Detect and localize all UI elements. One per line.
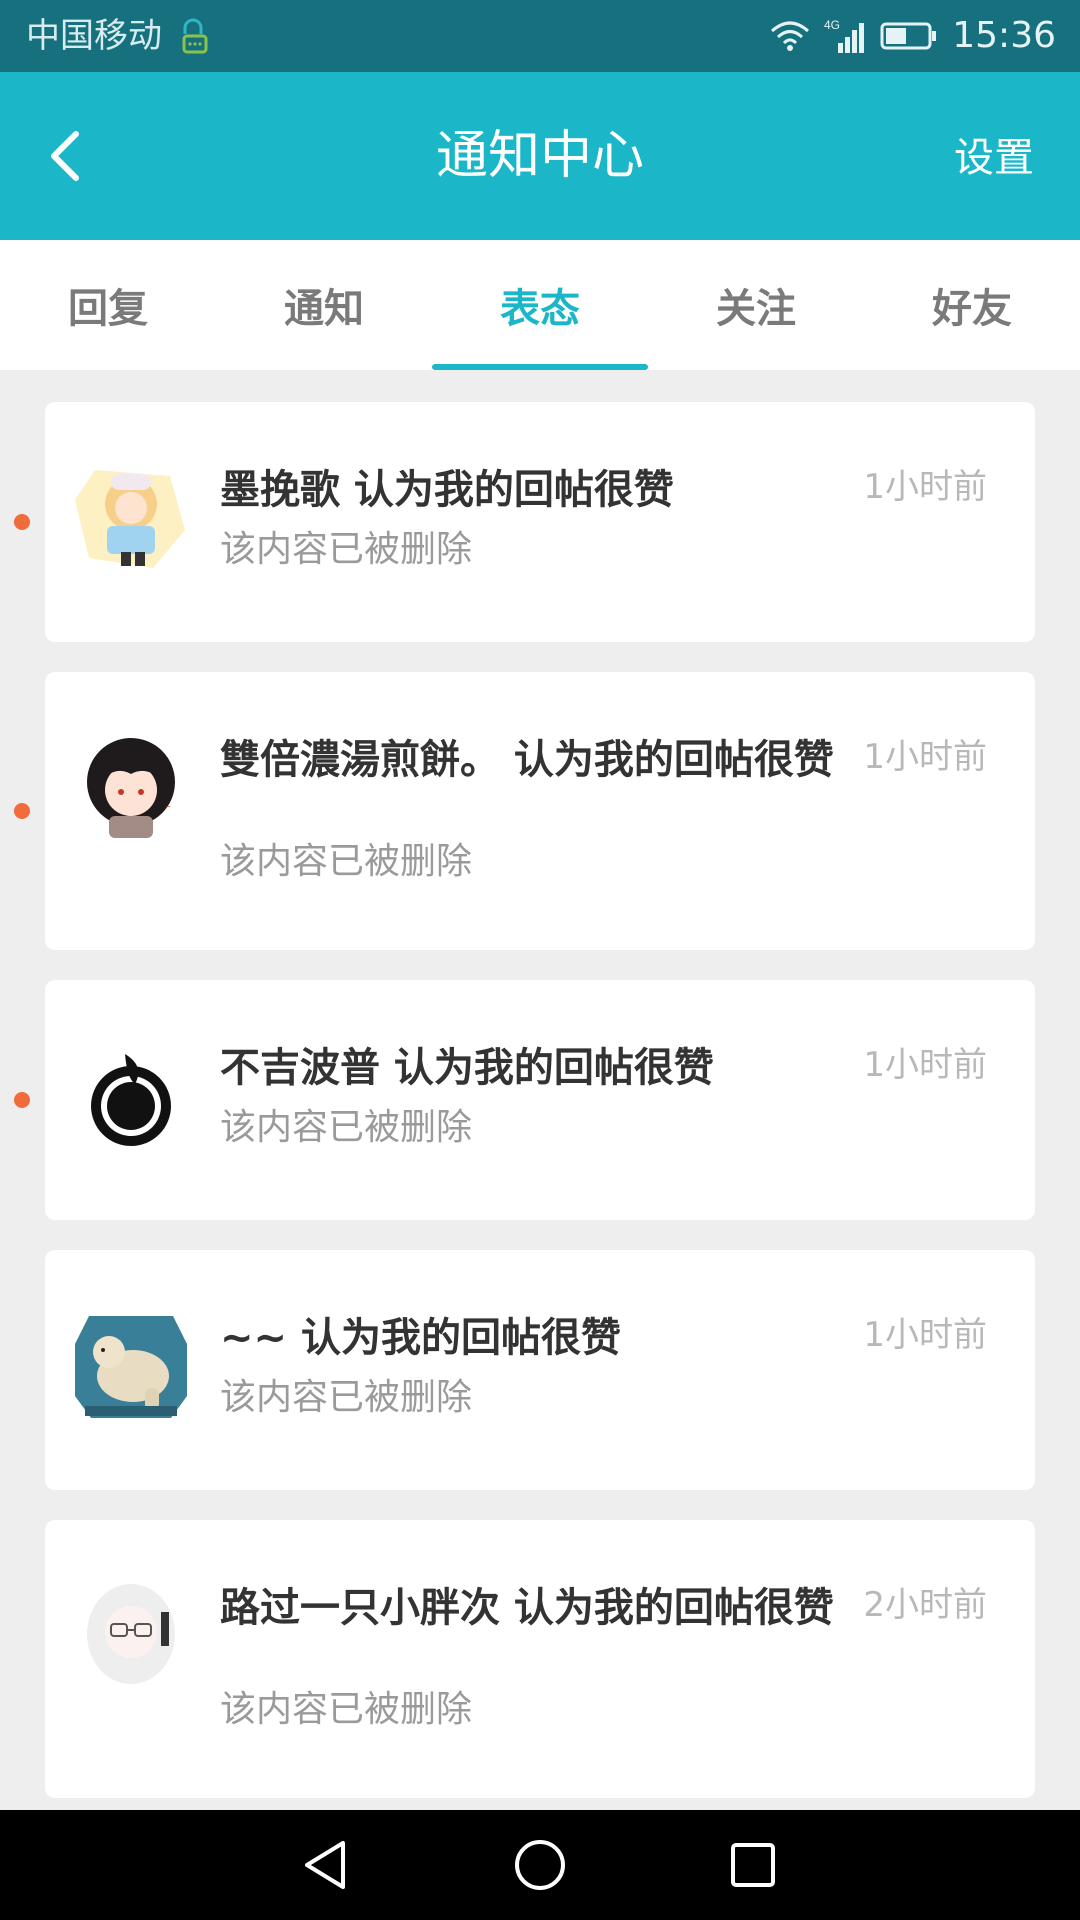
anime-boy-avatar: ~ <box>87 738 175 838</box>
lock-icon <box>182 18 208 54</box>
active-tab-indicator <box>432 364 648 370</box>
notification-title: 不吉波普 认为我的回帖很赞 <box>220 1045 714 1091</box>
status-icons: 4G 15:36 <box>770 10 1056 62</box>
notification-subtitle: 该内容已被删除 <box>220 1107 473 1148</box>
list-item[interactable]: ~ 雙倍濃湯煎餅。 认为我的回帖很赞 该内容已被删除 1小时前 <box>45 672 1035 950</box>
clock: 15:36 <box>952 15 1056 56</box>
nav-back-icon[interactable] <box>295 1833 359 1897</box>
list-item[interactable]: 路过一只小胖次 认为我的回帖很赞 该内容已被删除 2小时前 <box>45 1520 1035 1798</box>
system-nav-bar <box>0 1810 1080 1920</box>
tab-label: 表态 <box>500 286 580 332</box>
tab-reactions[interactable]: 表态 <box>432 240 648 370</box>
carrier-name: 中国移动 <box>26 16 162 56</box>
notification-time: 1小时前 <box>863 1315 987 1355</box>
notification-subtitle: 该内容已被删除 <box>220 1377 473 1418</box>
page-title: 通知中心 <box>435 126 644 186</box>
tab-notices[interactable]: 通知 <box>216 240 432 370</box>
tab-bar: 回复 通知 表态 关注 好友 <box>0 240 1080 370</box>
settings-button[interactable]: 设置 <box>954 130 1034 186</box>
status-bar: 中国移动 4G 15:36 <box>0 0 1080 72</box>
anime-girl-avatar <box>75 470 185 568</box>
tab-label: 好友 <box>932 286 1012 332</box>
svg-text:4G: 4G <box>824 18 840 32</box>
tab-label: 通知 <box>284 286 364 332</box>
svg-text:~: ~ <box>165 802 171 813</box>
white-hair-girl-avatar <box>87 1584 175 1684</box>
notification-subtitle: 该内容已被删除 <box>220 1689 473 1730</box>
notification-title: 路过一只小胖次 认为我的回帖很赞 <box>220 1585 834 1631</box>
list-item[interactable]: 不吉波普 认为我的回帖很赞 该内容已被删除 1小时前 <box>45 980 1035 1220</box>
tab-label: 关注 <box>716 286 796 332</box>
notification-time: 1小时前 <box>863 1045 987 1085</box>
notification-time: 1小时前 <box>863 467 987 507</box>
list-item[interactable]: 墨挽歌 认为我的回帖很赞 该内容已被删除 1小时前 <box>45 402 1035 642</box>
signal-icon: 4G <box>824 18 865 53</box>
unread-dot <box>14 803 30 819</box>
battery-icon <box>880 22 937 50</box>
notification-subtitle: 该内容已被删除 <box>220 529 473 570</box>
notification-title: 墨挽歌 认为我的回帖很赞 <box>220 467 674 513</box>
tab-friends[interactable]: 好友 <box>864 240 1080 370</box>
tab-replies[interactable]: 回复 <box>0 240 216 370</box>
black-logo-avatar <box>91 1054 171 1146</box>
notification-time: 2小时前 <box>863 1585 987 1625</box>
tab-follows[interactable]: 关注 <box>648 240 864 370</box>
nav-home-icon[interactable] <box>508 1833 572 1897</box>
polar-bear-avatar <box>75 1316 187 1418</box>
unread-dot <box>14 514 30 530</box>
list-item[interactable]: ~~ 认为我的回帖很赞 该内容已被删除 1小时前 <box>45 1250 1035 1490</box>
notification-title: ~~ 认为我的回帖很赞 <box>220 1315 621 1361</box>
notification-time: 1小时前 <box>863 737 987 777</box>
wifi-icon <box>771 21 810 51</box>
tab-label: 回复 <box>68 286 148 332</box>
nav-recents-icon[interactable] <box>721 1833 785 1897</box>
unread-dot <box>14 1092 30 1108</box>
notification-title: 雙倍濃湯煎餅。 认为我的回帖很赞 <box>220 737 834 783</box>
app-header: 通知中心 设置 <box>0 72 1080 240</box>
notification-subtitle: 该内容已被删除 <box>220 841 473 882</box>
